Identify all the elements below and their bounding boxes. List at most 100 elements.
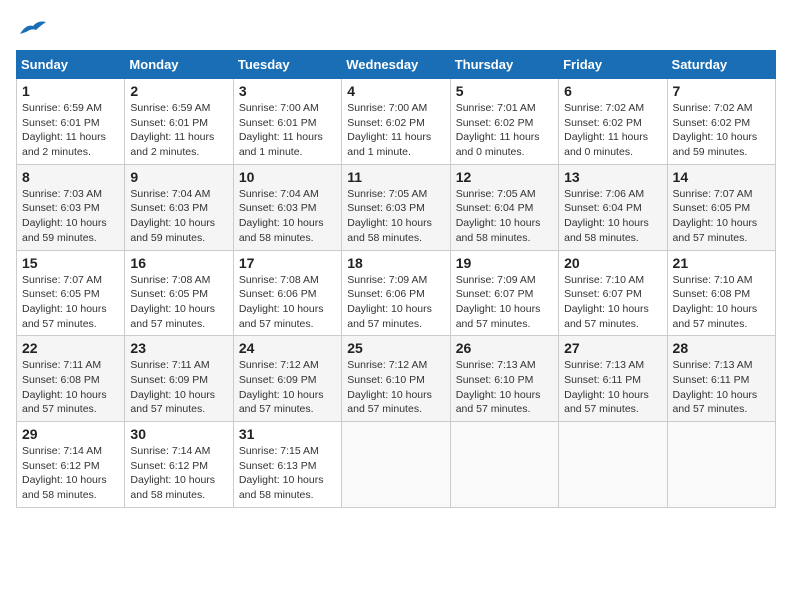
day-number: 12: [456, 169, 553, 185]
day-number: 19: [456, 255, 553, 271]
day-number: 14: [673, 169, 770, 185]
calendar-cell: 31 Sunrise: 7:15 AMSunset: 6:13 PMDaylig…: [233, 422, 341, 508]
day-info: Sunrise: 7:11 AMSunset: 6:09 PMDaylight:…: [130, 359, 215, 415]
calendar-cell: 6 Sunrise: 7:02 AMSunset: 6:02 PMDayligh…: [559, 79, 667, 165]
calendar-cell: 28 Sunrise: 7:13 AMSunset: 6:11 PMDaylig…: [667, 336, 775, 422]
col-friday: Friday: [559, 51, 667, 79]
day-number: 9: [130, 169, 227, 185]
day-number: 17: [239, 255, 336, 271]
day-number: 25: [347, 340, 444, 356]
day-number: 6: [564, 83, 661, 99]
day-number: 31: [239, 426, 336, 442]
calendar-cell: 2 Sunrise: 6:59 AMSunset: 6:01 PMDayligh…: [125, 79, 233, 165]
day-info: Sunrise: 7:09 AMSunset: 6:06 PMDaylight:…: [347, 274, 432, 330]
day-info: Sunrise: 7:13 AMSunset: 6:11 PMDaylight:…: [673, 359, 758, 415]
calendar-cell: [667, 422, 775, 508]
calendar-cell: 10 Sunrise: 7:04 AMSunset: 6:03 PMDaylig…: [233, 164, 341, 250]
col-sunday: Sunday: [17, 51, 125, 79]
calendar-cell: 7 Sunrise: 7:02 AMSunset: 6:02 PMDayligh…: [667, 79, 775, 165]
day-info: Sunrise: 7:07 AMSunset: 6:05 PMDaylight:…: [673, 188, 758, 244]
calendar-cell: 20 Sunrise: 7:10 AMSunset: 6:07 PMDaylig…: [559, 250, 667, 336]
day-number: 5: [456, 83, 553, 99]
calendar-week-row: 8 Sunrise: 7:03 AMSunset: 6:03 PMDayligh…: [17, 164, 776, 250]
col-wednesday: Wednesday: [342, 51, 450, 79]
calendar-cell: 12 Sunrise: 7:05 AMSunset: 6:04 PMDaylig…: [450, 164, 558, 250]
calendar-week-row: 29 Sunrise: 7:14 AMSunset: 6:12 PMDaylig…: [17, 422, 776, 508]
day-info: Sunrise: 7:09 AMSunset: 6:07 PMDaylight:…: [456, 274, 541, 330]
day-info: Sunrise: 7:02 AMSunset: 6:02 PMDaylight:…: [564, 102, 648, 158]
day-info: Sunrise: 7:00 AMSunset: 6:02 PMDaylight:…: [347, 102, 431, 158]
calendar-cell: 19 Sunrise: 7:09 AMSunset: 6:07 PMDaylig…: [450, 250, 558, 336]
calendar-cell: 15 Sunrise: 7:07 AMSunset: 6:05 PMDaylig…: [17, 250, 125, 336]
calendar-week-row: 1 Sunrise: 6:59 AMSunset: 6:01 PMDayligh…: [17, 79, 776, 165]
calendar-cell: [342, 422, 450, 508]
day-info: Sunrise: 7:10 AMSunset: 6:08 PMDaylight:…: [673, 274, 758, 330]
calendar-cell: 30 Sunrise: 7:14 AMSunset: 6:12 PMDaylig…: [125, 422, 233, 508]
col-thursday: Thursday: [450, 51, 558, 79]
day-number: 24: [239, 340, 336, 356]
day-info: Sunrise: 7:02 AMSunset: 6:02 PMDaylight:…: [673, 102, 758, 158]
day-info: Sunrise: 7:01 AMSunset: 6:02 PMDaylight:…: [456, 102, 540, 158]
calendar-cell: 24 Sunrise: 7:12 AMSunset: 6:09 PMDaylig…: [233, 336, 341, 422]
day-info: Sunrise: 7:12 AMSunset: 6:09 PMDaylight:…: [239, 359, 324, 415]
calendar-cell: 29 Sunrise: 7:14 AMSunset: 6:12 PMDaylig…: [17, 422, 125, 508]
day-info: Sunrise: 6:59 AMSunset: 6:01 PMDaylight:…: [22, 102, 106, 158]
day-number: 1: [22, 83, 119, 99]
calendar-cell: 16 Sunrise: 7:08 AMSunset: 6:05 PMDaylig…: [125, 250, 233, 336]
day-number: 16: [130, 255, 227, 271]
day-number: 30: [130, 426, 227, 442]
calendar-cell: 17 Sunrise: 7:08 AMSunset: 6:06 PMDaylig…: [233, 250, 341, 336]
calendar-cell: 8 Sunrise: 7:03 AMSunset: 6:03 PMDayligh…: [17, 164, 125, 250]
day-info: Sunrise: 7:04 AMSunset: 6:03 PMDaylight:…: [130, 188, 215, 244]
calendar-cell: 3 Sunrise: 7:00 AMSunset: 6:01 PMDayligh…: [233, 79, 341, 165]
calendar-cell: 26 Sunrise: 7:13 AMSunset: 6:10 PMDaylig…: [450, 336, 558, 422]
calendar-cell: 13 Sunrise: 7:06 AMSunset: 6:04 PMDaylig…: [559, 164, 667, 250]
calendar-cell: 5 Sunrise: 7:01 AMSunset: 6:02 PMDayligh…: [450, 79, 558, 165]
day-info: Sunrise: 7:05 AMSunset: 6:04 PMDaylight:…: [456, 188, 541, 244]
day-info: Sunrise: 7:14 AMSunset: 6:12 PMDaylight:…: [130, 445, 215, 501]
col-monday: Monday: [125, 51, 233, 79]
day-info: Sunrise: 7:13 AMSunset: 6:10 PMDaylight:…: [456, 359, 541, 415]
day-info: Sunrise: 7:00 AMSunset: 6:01 PMDaylight:…: [239, 102, 323, 158]
day-info: Sunrise: 7:11 AMSunset: 6:08 PMDaylight:…: [22, 359, 107, 415]
calendar-cell: 4 Sunrise: 7:00 AMSunset: 6:02 PMDayligh…: [342, 79, 450, 165]
day-number: 26: [456, 340, 553, 356]
page-header: [16, 16, 776, 40]
day-info: Sunrise: 7:10 AMSunset: 6:07 PMDaylight:…: [564, 274, 649, 330]
day-info: Sunrise: 7:03 AMSunset: 6:03 PMDaylight:…: [22, 188, 107, 244]
calendar-week-row: 22 Sunrise: 7:11 AMSunset: 6:08 PMDaylig…: [17, 336, 776, 422]
calendar-cell: 18 Sunrise: 7:09 AMSunset: 6:06 PMDaylig…: [342, 250, 450, 336]
col-tuesday: Tuesday: [233, 51, 341, 79]
day-number: 20: [564, 255, 661, 271]
day-info: Sunrise: 7:08 AMSunset: 6:06 PMDaylight:…: [239, 274, 324, 330]
calendar-cell: 14 Sunrise: 7:07 AMSunset: 6:05 PMDaylig…: [667, 164, 775, 250]
calendar-header-row: Sunday Monday Tuesday Wednesday Thursday…: [17, 51, 776, 79]
calendar-cell: 21 Sunrise: 7:10 AMSunset: 6:08 PMDaylig…: [667, 250, 775, 336]
day-number: 28: [673, 340, 770, 356]
logo-bird-icon: [18, 16, 48, 40]
calendar-cell: 23 Sunrise: 7:11 AMSunset: 6:09 PMDaylig…: [125, 336, 233, 422]
calendar-week-row: 15 Sunrise: 7:07 AMSunset: 6:05 PMDaylig…: [17, 250, 776, 336]
day-number: 8: [22, 169, 119, 185]
calendar-cell: 22 Sunrise: 7:11 AMSunset: 6:08 PMDaylig…: [17, 336, 125, 422]
day-number: 21: [673, 255, 770, 271]
day-number: 4: [347, 83, 444, 99]
col-saturday: Saturday: [667, 51, 775, 79]
day-number: 18: [347, 255, 444, 271]
day-number: 10: [239, 169, 336, 185]
calendar-cell: 27 Sunrise: 7:13 AMSunset: 6:11 PMDaylig…: [559, 336, 667, 422]
day-number: 15: [22, 255, 119, 271]
calendar-cell: [450, 422, 558, 508]
day-number: 29: [22, 426, 119, 442]
day-number: 7: [673, 83, 770, 99]
day-number: 11: [347, 169, 444, 185]
day-info: Sunrise: 7:04 AMSunset: 6:03 PMDaylight:…: [239, 188, 324, 244]
day-number: 13: [564, 169, 661, 185]
day-info: Sunrise: 7:06 AMSunset: 6:04 PMDaylight:…: [564, 188, 649, 244]
logo: [16, 16, 48, 40]
calendar-cell: 1 Sunrise: 6:59 AMSunset: 6:01 PMDayligh…: [17, 79, 125, 165]
day-info: Sunrise: 7:15 AMSunset: 6:13 PMDaylight:…: [239, 445, 324, 501]
day-info: Sunrise: 7:12 AMSunset: 6:10 PMDaylight:…: [347, 359, 432, 415]
day-info: Sunrise: 7:13 AMSunset: 6:11 PMDaylight:…: [564, 359, 649, 415]
calendar-cell: [559, 422, 667, 508]
